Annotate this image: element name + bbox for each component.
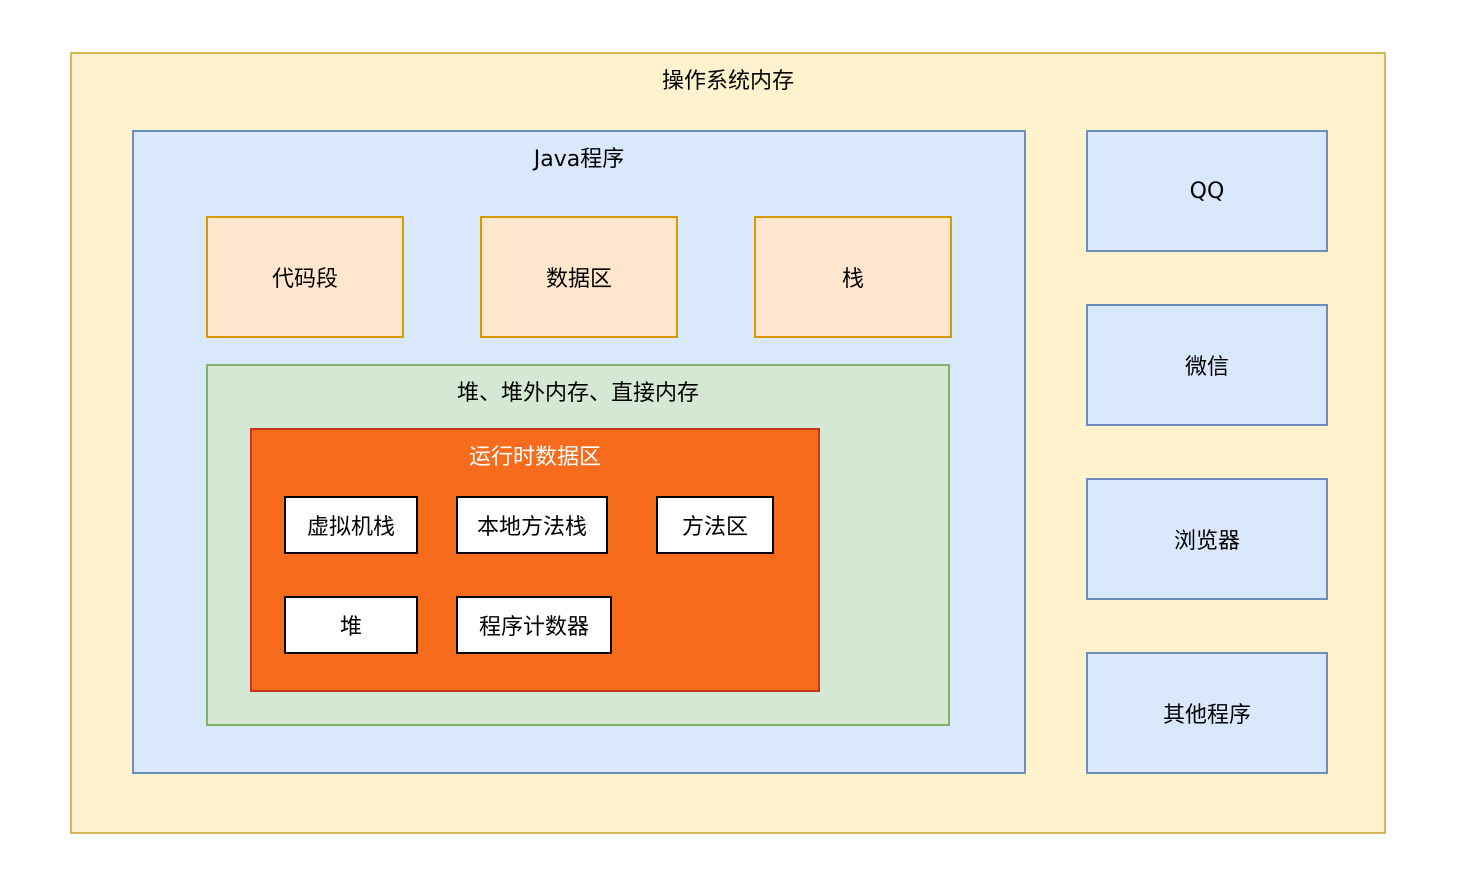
os-memory-label: 操作系统内存 [661,69,794,94]
native-method-stack-box: 本地方法栈 [456,496,608,554]
code-segment-label: 代码段 [271,267,338,292]
app-browser-label: 浏览器 [1173,529,1240,554]
native-method-stack-label: 本地方法栈 [476,515,587,540]
code-segment-box: 代码段 [206,216,404,338]
runtime-data-area-label: 运行时数据区 [468,445,601,470]
app-qq-box: QQ [1086,130,1328,252]
app-other-label: 其他程序 [1162,703,1251,728]
app-other-box: 其他程序 [1086,652,1328,774]
app-browser-box: 浏览器 [1086,478,1328,600]
java-program-label: Java程序 [533,147,625,172]
vm-stack-label: 虚拟机栈 [306,515,395,540]
program-counter-box: 程序计数器 [456,596,612,654]
app-wechat-label: 微信 [1184,355,1229,380]
data-area-label: 数据区 [545,267,612,292]
app-qq-label: QQ [1189,178,1225,204]
method-area-label: 方法区 [681,515,748,540]
program-counter-label: 程序计数器 [478,615,589,640]
vm-stack-box: 虚拟机栈 [284,496,418,554]
app-wechat-box: 微信 [1086,304,1328,426]
data-area-box: 数据区 [480,216,678,338]
method-area-box: 方法区 [656,496,774,554]
stack-label: 栈 [841,267,864,292]
heap-box: 堆 [284,596,418,654]
heap-label: 堆 [339,615,362,640]
heap-memory-label: 堆、堆外内存、直接内存 [456,381,699,406]
stack-box: 栈 [754,216,952,338]
